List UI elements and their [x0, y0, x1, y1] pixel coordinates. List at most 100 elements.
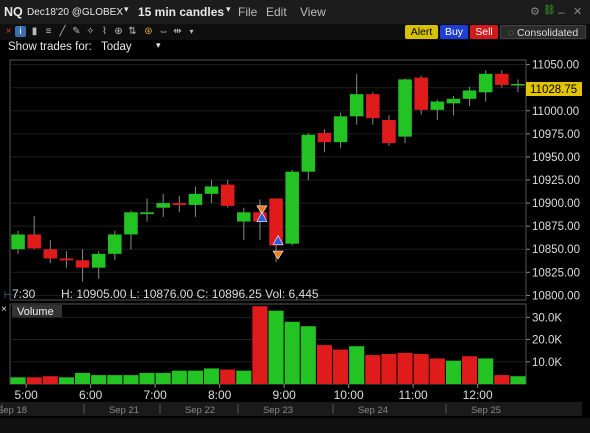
volume-bar[interactable]: [462, 356, 478, 384]
candle-body[interactable]: [172, 203, 187, 205]
interval-selector[interactable]: 15 min candles: [138, 5, 224, 19]
volume-bar[interactable]: [204, 368, 220, 384]
sell-button[interactable]: Sell: [470, 25, 498, 39]
trades-filter-dropdown-icon[interactable]: ▾: [156, 40, 161, 51]
fit-icon[interactable]: ⇹: [172, 26, 183, 37]
volume-bar[interactable]: [187, 370, 203, 384]
candle-body[interactable]: [511, 84, 525, 86]
candle-body[interactable]: [366, 94, 380, 119]
candle-body[interactable]: [27, 234, 41, 249]
interval-dropdown-icon[interactable]: ▾: [226, 4, 231, 15]
candle-body[interactable]: [382, 120, 396, 144]
candle-body[interactable]: [446, 98, 461, 104]
volume-bar[interactable]: [284, 321, 300, 384]
candle-body[interactable]: [156, 203, 170, 208]
volume-bar[interactable]: [445, 360, 461, 384]
candle-body[interactable]: [59, 258, 74, 261]
candle-body[interactable]: [11, 234, 25, 250]
close-window-icon[interactable]: ✕: [573, 5, 582, 18]
volume-bar[interactable]: [155, 372, 171, 384]
candle-body[interactable]: [269, 198, 283, 246]
volume-bar[interactable]: [413, 354, 429, 384]
candle-body[interactable]: [285, 171, 299, 244]
buy-button[interactable]: Buy: [440, 25, 468, 39]
candle-body[interactable]: [140, 212, 154, 215]
consolidated-button[interactable]: ◌ Consolidated: [500, 25, 586, 39]
candle-body[interactable]: [188, 193, 203, 205]
draw-icon[interactable]: ╱: [57, 26, 68, 37]
brush-icon[interactable]: ✎: [71, 26, 82, 37]
volume-bar[interactable]: [333, 349, 349, 384]
candle-body[interactable]: [495, 73, 509, 85]
volume-bar[interactable]: [123, 375, 139, 384]
candle-body[interactable]: [414, 77, 428, 110]
volume-bar[interactable]: [220, 369, 236, 384]
volume-bar[interactable]: [316, 345, 332, 384]
volume-bar[interactable]: [429, 358, 445, 384]
list-icon[interactable]: ≡: [43, 26, 54, 37]
close-chart-icon[interactable]: ×: [3, 26, 14, 37]
volume-bar[interactable]: [91, 375, 107, 384]
menu-file[interactable]: File: [238, 5, 257, 19]
volume-bar[interactable]: [26, 377, 42, 384]
candle-body[interactable]: [349, 94, 364, 117]
volume-bar[interactable]: [381, 354, 397, 384]
volume-bar[interactable]: [236, 370, 252, 384]
link-icon[interactable]: ⛓: [543, 5, 556, 16]
bar-chart-icon[interactable]: ▮: [29, 26, 40, 37]
volume-bar[interactable]: [58, 377, 74, 384]
compare-icon[interactable]: ⇅: [127, 26, 138, 37]
candle-body[interactable]: [478, 73, 493, 93]
contract-label[interactable]: Dec18'20 @GLOBEX: [27, 7, 123, 18]
settings-gear-icon[interactable]: ⚙: [530, 5, 540, 18]
price-axis[interactable]: 11050.0011025.0011000.0010975.0010950.00…: [526, 60, 580, 303]
volume-close-icon[interactable]: ×: [1, 304, 7, 315]
candle-body[interactable]: [204, 186, 219, 194]
volume-bar[interactable]: [139, 372, 155, 384]
time-axis[interactable]: 5:00 6:00 7:00 8:00 9:00 10:00 11:00 12:00: [14, 384, 493, 402]
volume-bar[interactable]: [42, 376, 58, 384]
volume-bar[interactable]: [171, 370, 187, 384]
candle-body[interactable]: [398, 79, 412, 137]
volume-bar[interactable]: [10, 377, 26, 384]
info-icon[interactable]: i: [15, 26, 26, 37]
volume-axis[interactable]: 30.0K 20.0K 10.0K: [526, 312, 562, 369]
ruler-icon[interactable]: ⌇: [99, 26, 110, 37]
alert-button[interactable]: Alert: [405, 25, 438, 39]
volume-bar[interactable]: [494, 375, 510, 384]
candle-body[interactable]: [124, 212, 138, 235]
volume-bar[interactable]: [107, 375, 123, 384]
candle-body[interactable]: [317, 132, 332, 143]
candle-body[interactable]: [43, 249, 58, 259]
zoom-icon[interactable]: ⊕: [113, 26, 124, 37]
candle-body[interactable]: [108, 234, 122, 254]
scroll-area[interactable]: [0, 418, 590, 433]
crosshair-icon[interactable]: ⊛: [143, 26, 154, 37]
candle-body[interactable]: [237, 212, 251, 222]
minimize-icon[interactable]: –: [558, 5, 565, 19]
contract-dropdown-icon[interactable]: ▾: [124, 4, 129, 15]
volume-bar[interactable]: [397, 352, 413, 384]
symbol-label[interactable]: NQ: [4, 5, 23, 19]
volume-bar[interactable]: [75, 372, 91, 384]
volume-bar[interactable]: [349, 346, 365, 384]
candle-body[interactable]: [75, 260, 90, 268]
more-tools-dropdown-icon[interactable]: ▾: [186, 26, 197, 37]
volume-bar[interactable]: [478, 358, 494, 384]
volume-bar[interactable]: [300, 326, 316, 384]
menu-edit[interactable]: Edit: [266, 5, 287, 19]
candle-body[interactable]: [430, 101, 445, 110]
candle-body[interactable]: [462, 90, 477, 99]
volume-bar[interactable]: [268, 310, 284, 384]
chart-area[interactable]: 11050.0011025.0011000.0010975.0010950.00…: [0, 56, 590, 433]
expand-icon[interactable]: ⇔: [158, 26, 169, 37]
candle-body[interactable]: [220, 184, 235, 206]
pin-icon[interactable]: ⊢: [4, 290, 12, 300]
candle-body[interactable]: [91, 253, 106, 268]
volume-bar[interactable]: [510, 376, 526, 384]
trades-filter-select[interactable]: Today: [101, 41, 132, 53]
menu-view[interactable]: View: [300, 5, 326, 19]
candle-body[interactable]: [301, 134, 316, 172]
volume-bar[interactable]: [365, 355, 381, 384]
volume-bar[interactable]: [252, 306, 268, 384]
